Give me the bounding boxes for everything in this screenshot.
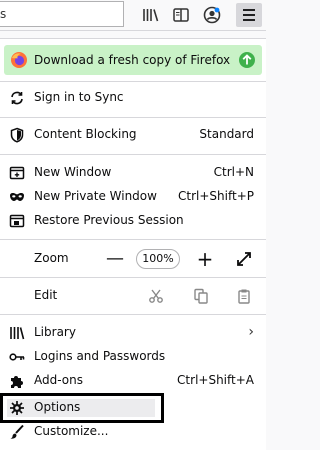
menu-item-library[interactable]: Library › [0, 321, 266, 345]
menu-item-sync[interactable]: Sign in to Sync [0, 86, 266, 110]
shield-icon [9, 127, 25, 143]
menu-item-label: Library [34, 325, 76, 339]
paste-icon[interactable] [236, 288, 252, 304]
copy-icon[interactable] [193, 288, 209, 304]
update-banner[interactable]: Download a fresh copy of Firefox [4, 45, 262, 75]
menu-item-label: Options [34, 400, 81, 414]
menu-item-zoom: Zoom — 100% + [0, 247, 266, 271]
firefox-logo-icon [10, 51, 28, 69]
app-menu-panel: Download a fresh copy of Firefox Sign in… [0, 38, 266, 450]
restore-session-icon [9, 213, 25, 229]
edit-label: Edit [34, 288, 58, 302]
separator [0, 314, 266, 315]
zoom-label: Zoom [34, 251, 69, 265]
menu-item-restore-session[interactable]: Restore Previous Session [0, 209, 266, 233]
menu-item-new-window[interactable]: New Window Ctrl+N [0, 161, 266, 185]
library-icon [9, 325, 25, 341]
menu-item-label: New Window [34, 165, 112, 179]
separator [0, 154, 266, 155]
content-blocking-status: Standard [199, 127, 254, 141]
paintbrush-icon [9, 424, 25, 440]
separator [0, 277, 266, 278]
menu-item-content-blocking[interactable]: Content Blocking Standard [0, 123, 266, 147]
url-text: s [0, 7, 7, 21]
shortcut-label: Ctrl+Shift+P [178, 189, 254, 203]
menu-item-label: Restore Previous Session [34, 213, 184, 227]
menu-item-label: Add-ons [34, 373, 83, 387]
browser-toolbar: s [0, 0, 266, 31]
new-window-icon [9, 165, 25, 181]
menu-item-logins[interactable]: Logins and Passwords [0, 345, 266, 369]
key-icon [9, 349, 25, 365]
menu-item-new-private-window[interactable]: New Private Window Ctrl+Shift+P [0, 185, 266, 209]
url-bar[interactable]: s [0, 1, 124, 27]
shortcut-label: Ctrl+N [213, 165, 254, 179]
update-arrow-icon [238, 51, 256, 69]
menu-item-label: Sign in to Sync [34, 90, 124, 104]
chevron-right-icon: › [248, 324, 254, 340]
library-icon[interactable] [140, 4, 162, 26]
menu-item-edit: Edit [0, 284, 266, 308]
zoom-reset-button[interactable]: 100% [136, 249, 180, 269]
zoom-out-button[interactable]: — [106, 247, 124, 271]
menu-item-label: Logins and Passwords [34, 349, 166, 363]
zoom-in-button[interactable]: + [196, 247, 214, 271]
reader-view-icon[interactable] [170, 4, 192, 26]
puzzle-piece-icon [9, 373, 25, 389]
update-banner-label: Download a fresh copy of Firefox [34, 53, 231, 67]
menu-item-label: New Private Window [34, 189, 157, 203]
menu-icon[interactable] [236, 3, 262, 27]
account-icon[interactable] [201, 4, 223, 26]
gear-icon [9, 400, 25, 416]
menu-item-addons[interactable]: Add-ons Ctrl+Shift+A [0, 369, 266, 393]
sync-icon [9, 90, 25, 106]
separator [0, 81, 266, 82]
private-mask-icon [9, 189, 25, 205]
menu-item-customize[interactable]: Customize... [0, 420, 266, 444]
separator [0, 117, 266, 118]
separator [0, 239, 266, 240]
menu-item-label: Customize... [34, 424, 109, 438]
menu-item-label: Content Blocking [34, 127, 137, 141]
menu-item-options[interactable]: Options [0, 396, 266, 420]
fullscreen-icon[interactable] [236, 251, 252, 267]
cut-icon[interactable] [148, 288, 164, 304]
shortcut-label: Ctrl+Shift+A [177, 373, 254, 387]
